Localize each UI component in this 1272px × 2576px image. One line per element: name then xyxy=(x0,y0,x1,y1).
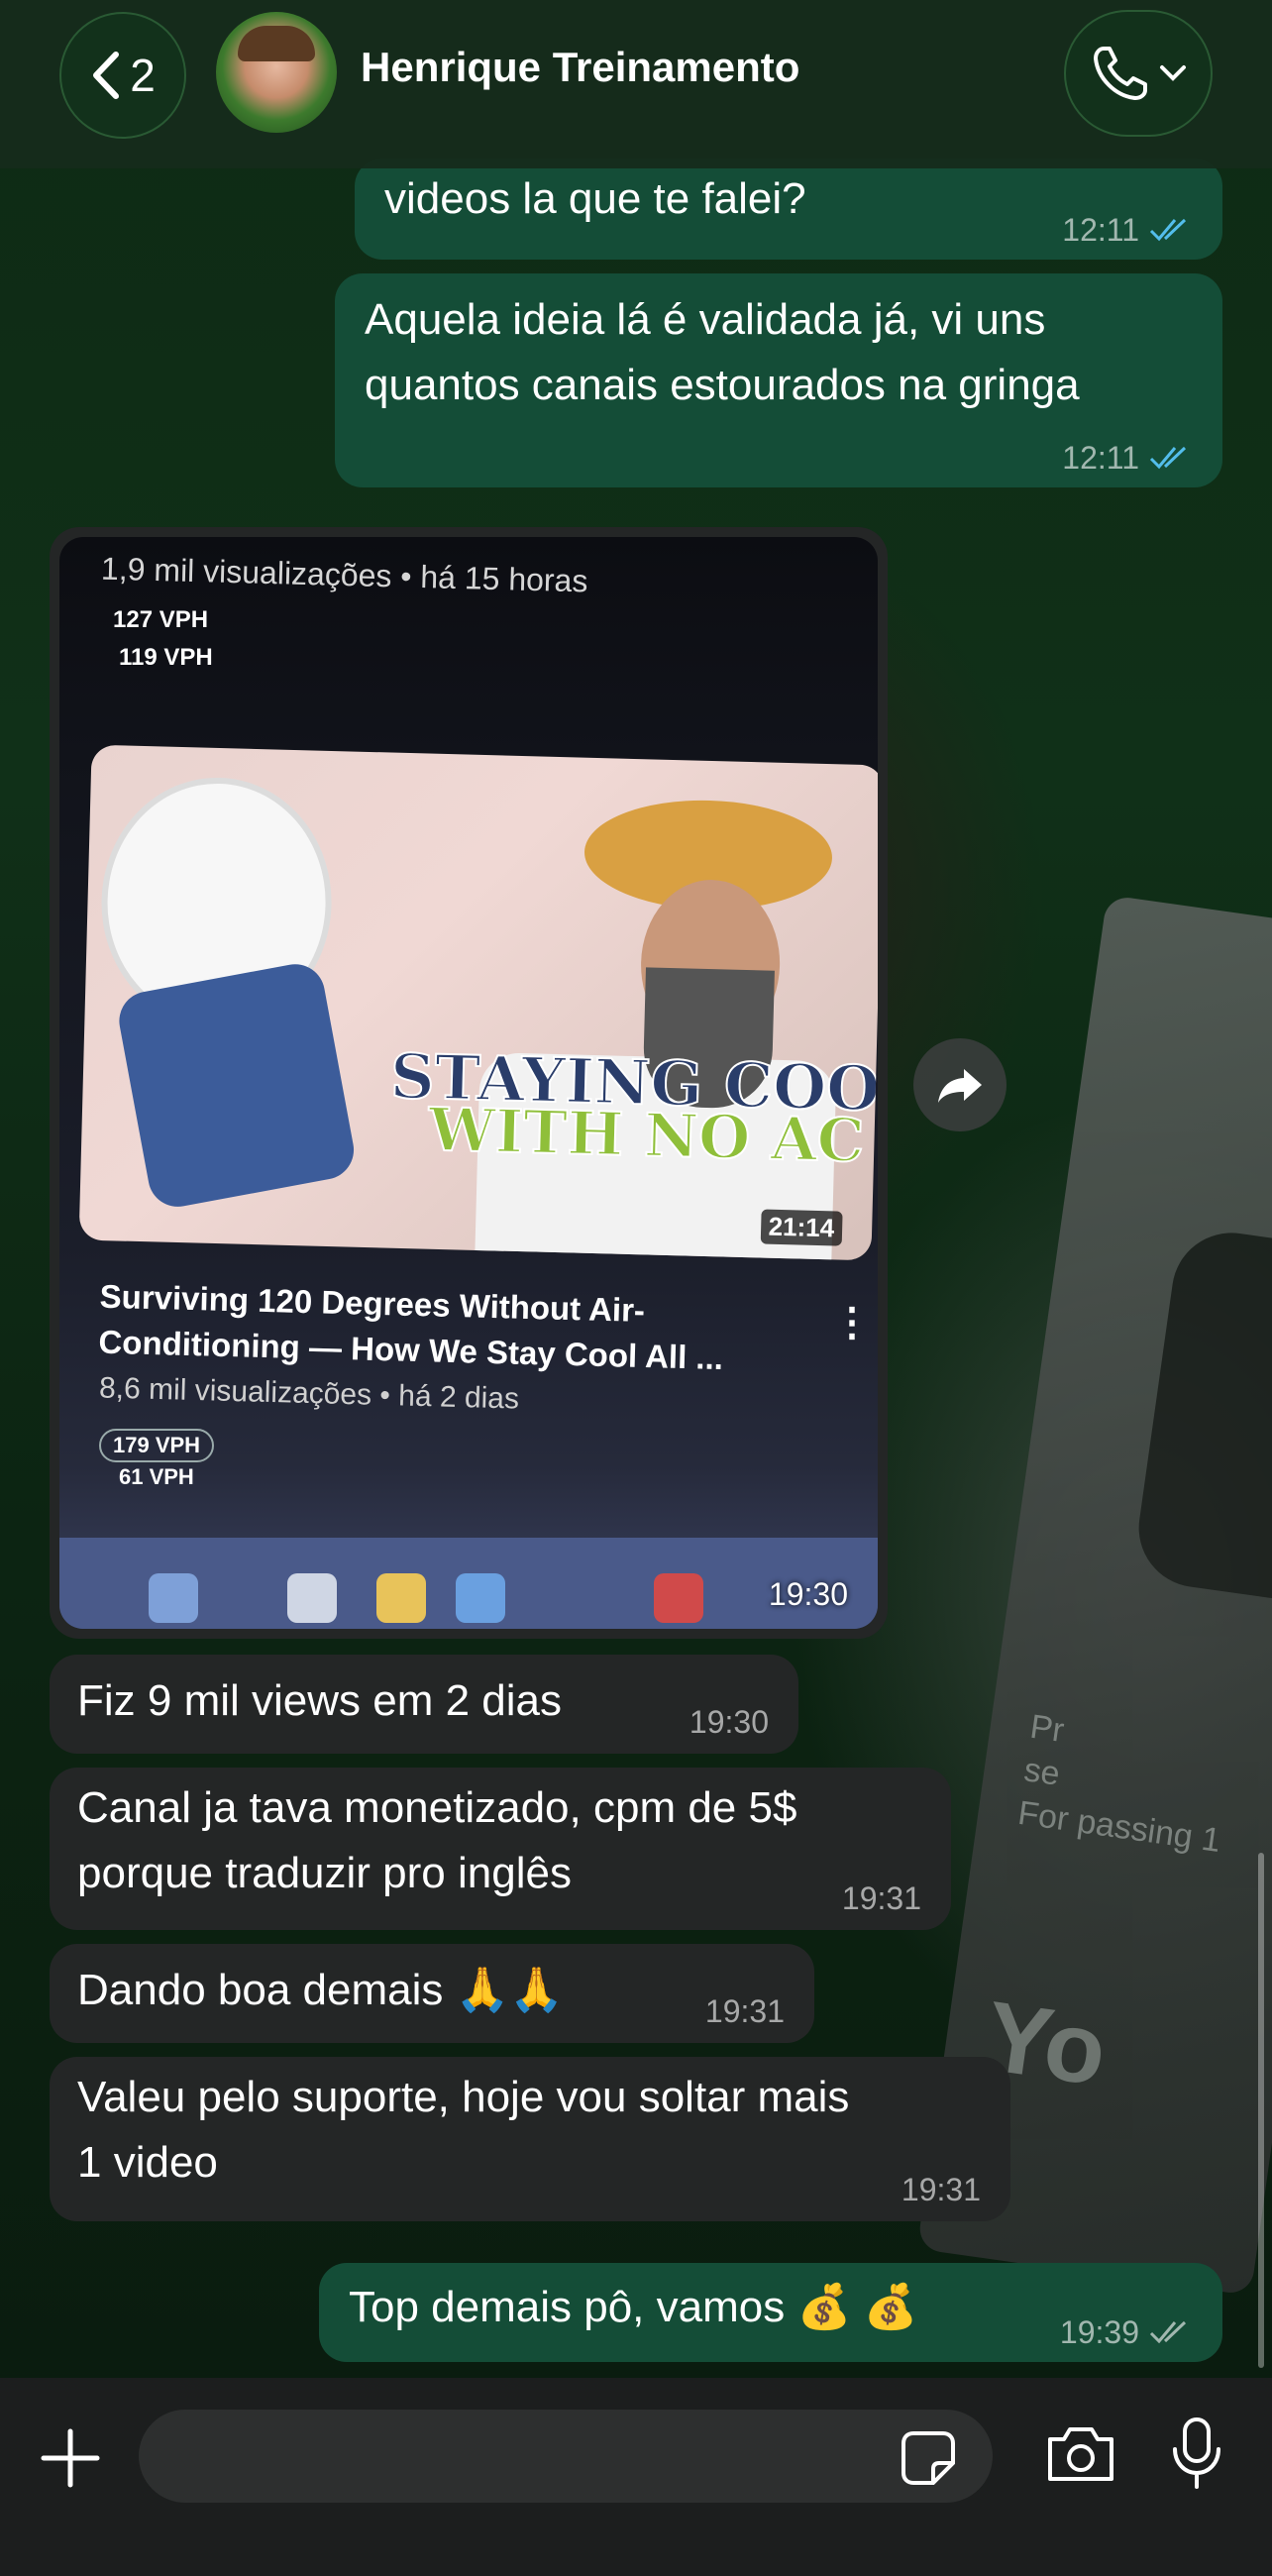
taskbar-app-icon xyxy=(287,1573,337,1623)
vph-label: 119 VPH xyxy=(119,644,213,671)
message-time: 19:31 xyxy=(901,2172,981,2207)
plus-icon xyxy=(41,2428,100,2488)
contact-avatar[interactable] xyxy=(216,12,337,133)
thumbnail-title-line2: WITH NO AC xyxy=(427,1095,867,1177)
message-outgoing[interactable]: videos la que te falei? 12:11 xyxy=(355,159,1222,260)
double-check-read-icon xyxy=(1149,218,1187,242)
video-duration: 21:14 xyxy=(760,1209,843,1246)
attach-button[interactable] xyxy=(36,2423,105,2493)
message-input[interactable] xyxy=(139,2410,993,2503)
taskbar-folder-icon xyxy=(376,1573,426,1623)
double-check-delivered-icon xyxy=(1149,2320,1187,2344)
video-thumbnail: STAYING COOL WITH NO AC 21:14 xyxy=(78,744,878,1261)
chat-scrollbar[interactable] xyxy=(1258,1853,1264,2368)
chat-header: 2 Henrique Treinamento xyxy=(0,0,1272,168)
message-time: 19:30 xyxy=(768,1576,848,1612)
message-text: Top demais pô, vamos 💰 💰 xyxy=(349,2283,918,2331)
message-incoming[interactable]: Canal ja tava monetizado, cpm de 5$ porq… xyxy=(50,1768,951,1930)
message-composer xyxy=(0,2378,1272,2576)
message-text: Dando boa demais 🙏🙏 xyxy=(77,1966,565,2014)
message-incoming[interactable]: Valeu pelo suporte, hoje vou soltar mais… xyxy=(50,2057,1010,2221)
pillow-shape xyxy=(114,959,360,1212)
message-time: 19:39 xyxy=(1059,2314,1139,2350)
camera-button[interactable] xyxy=(1044,2423,1117,2490)
vph-pill: 61 VPH xyxy=(119,1464,194,1489)
sticker-icon xyxy=(901,2431,955,2485)
message-text: videos la que te falei? xyxy=(384,174,806,223)
video-meta: 8,6 mil visualizações • há 2 dias xyxy=(98,1371,520,1416)
back-button[interactable]: 2 xyxy=(59,12,186,139)
vph-label: 127 VPH xyxy=(113,606,209,633)
taskbar-app-icon xyxy=(456,1573,505,1623)
unread-count: 2 xyxy=(130,50,156,101)
top-video-views: 1,9 mil visualizações • há 15 horas xyxy=(100,550,588,599)
message-incoming[interactable]: Dando boa demais 🙏🙏 19:31 xyxy=(50,1944,814,2043)
image-content[interactable]: 1,9 mil visualizações • há 15 horas 127 … xyxy=(59,537,878,1629)
forward-button[interactable] xyxy=(913,1038,1007,1131)
message-text-line: Valeu pelo suporte, hoje vou soltar mais xyxy=(77,2073,850,2121)
image-message[interactable]: 1,9 mil visualizações • há 15 horas 127 … xyxy=(50,527,888,1639)
vph-pill: 179 VPH xyxy=(99,1429,215,1462)
message-time: 19:30 xyxy=(689,1704,769,1740)
video-title: Surviving 120 Degrees Without Air-Condit… xyxy=(98,1277,724,1377)
message-outgoing[interactable]: Aquela ideia lá é validada já, vi uns qu… xyxy=(335,273,1222,487)
camera-icon xyxy=(1048,2427,1113,2481)
phone-icon xyxy=(1094,47,1147,100)
message-text-line: Canal ja tava monetizado, cpm de 5$ xyxy=(77,1783,797,1832)
message-text-line: Aquela ideia lá é validada já, vi uns xyxy=(365,295,1046,344)
call-button[interactable] xyxy=(1064,10,1213,137)
mic-button[interactable] xyxy=(1169,2415,1224,2496)
chevron-down-icon xyxy=(1160,65,1186,81)
double-check-read-icon xyxy=(1149,446,1187,470)
message-time: 12:11 xyxy=(1062,440,1139,476)
message-time: 19:31 xyxy=(704,1993,785,2029)
message-text-line: quantos canais estourados na gringa xyxy=(365,361,1080,409)
message-incoming[interactable]: Fiz 9 mil views em 2 dias 19:30 xyxy=(50,1655,798,1754)
taskbar-app-icon xyxy=(149,1573,198,1623)
message-text-line: porque traduzir pro inglês xyxy=(77,1849,572,1897)
forward-arrow-icon xyxy=(938,1069,982,1103)
plaque-play-shape xyxy=(1130,1225,1272,1615)
taskbar-app-icon xyxy=(654,1573,703,1623)
microphone-icon xyxy=(1173,2417,1220,2489)
chevron-left-icon xyxy=(93,52,120,99)
more-options-icon: ⋮ xyxy=(832,1301,872,1344)
message-time: 19:31 xyxy=(841,1880,921,1916)
screenshot-taskbar xyxy=(59,1538,878,1629)
message-outgoing[interactable]: Top demais pô, vamos 💰 💰 19:39 xyxy=(319,2263,1222,2362)
message-time: 12:11 xyxy=(1062,212,1139,248)
sticker-button[interactable] xyxy=(900,2429,957,2492)
message-text: Fiz 9 mil views em 2 dias xyxy=(77,1676,563,1725)
message-text-line: 1 video xyxy=(77,2138,218,2187)
contact-name[interactable]: Henrique Treinamento xyxy=(361,44,799,91)
